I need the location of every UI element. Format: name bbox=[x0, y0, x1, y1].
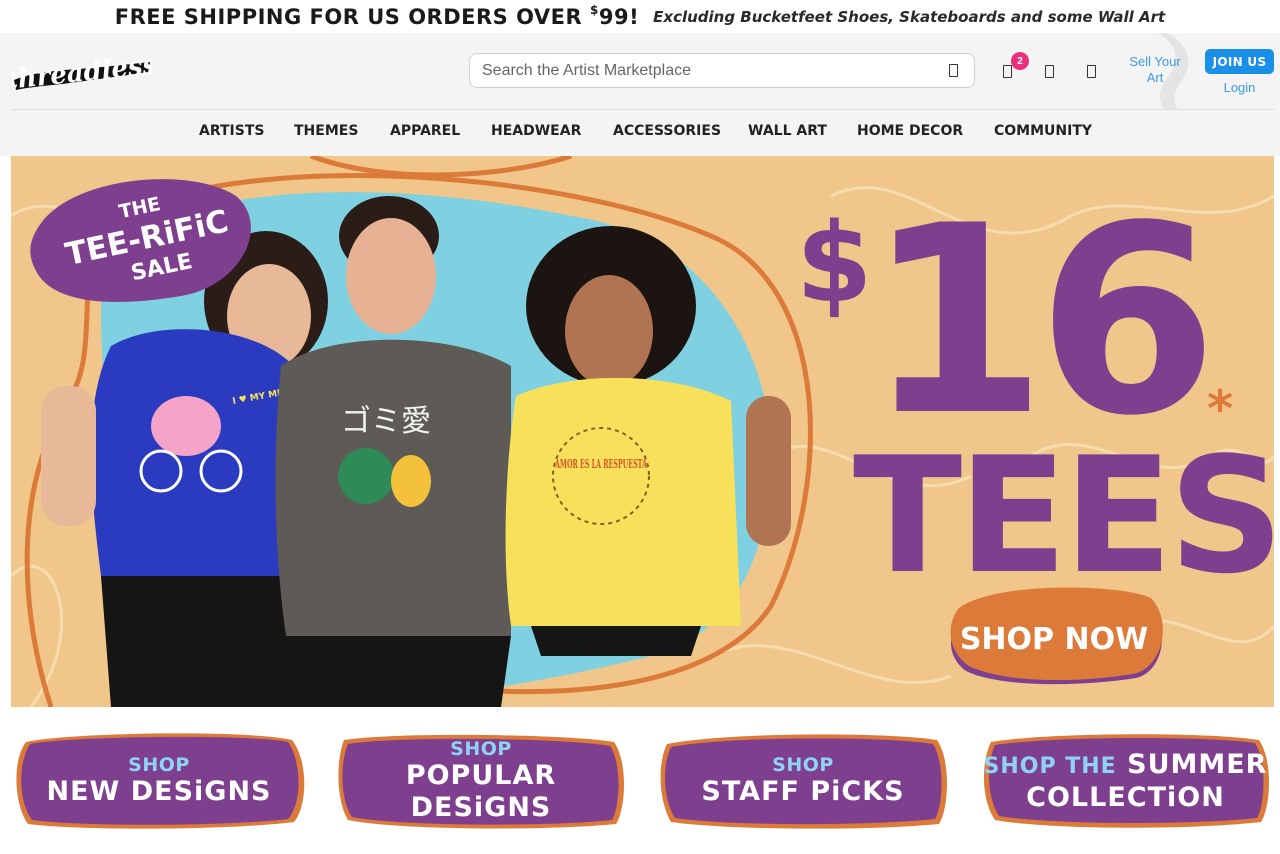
category-big-text: STAFF PiCKS bbox=[701, 775, 905, 807]
nav-item-accessories[interactable]: ACCESSORIES bbox=[613, 123, 721, 139]
nav-item-community[interactable]: COMMUNITY bbox=[994, 123, 1092, 139]
cart-icon bbox=[1002, 64, 1012, 78]
cart-count-badge: 2 bbox=[1011, 52, 1029, 70]
tees-text: TEES bbox=[853, 422, 1274, 609]
category-small-text: SHOP bbox=[450, 737, 512, 760]
orange-outline-top bbox=[310, 156, 572, 178]
promo-prefix: FREE SHIPPING FOR US ORDERS OVER bbox=[114, 4, 590, 29]
nav-item-apparel[interactable]: APPAREL bbox=[390, 123, 460, 139]
search-button[interactable] bbox=[944, 62, 962, 80]
price-currency: $ bbox=[796, 199, 873, 327]
hero-banner[interactable]: I ♥ MY MENSTRUAL CYCLE! ゴミ愛 AMOR ES LA R… bbox=[11, 156, 1274, 707]
nav-item-artists[interactable]: ARTISTS bbox=[199, 123, 264, 139]
category-label: SHOP POPULAR DESiGNS bbox=[336, 730, 626, 831]
price-headline: $ 16 * TEES bbox=[796, 171, 1274, 609]
search-bar bbox=[469, 53, 975, 88]
shop-now-button[interactable]: SHOP NOW bbox=[950, 587, 1163, 685]
category-small-text: SHOP THE bbox=[983, 753, 1117, 779]
wishlist-button[interactable] bbox=[1040, 62, 1058, 80]
search-input[interactable] bbox=[482, 61, 944, 80]
promo-exclusions-text: Excluding Bucketfeet Shoes, Skateboards … bbox=[653, 7, 1166, 26]
nav-item-headwear[interactable]: HEADWEAR bbox=[491, 123, 581, 139]
shop-popular-designs-button[interactable]: SHOP POPULAR DESiGNS bbox=[336, 730, 626, 831]
promo-main-text: FREE SHIPPING FOR US ORDERS OVER $99! bbox=[114, 2, 640, 29]
category-small-text: SHOP bbox=[772, 753, 834, 776]
user-icon bbox=[1086, 64, 1096, 78]
category-big-text: NEW DESiGNS bbox=[46, 775, 272, 807]
site-header: threadless 2 Sell Your Art JOIN US Login… bbox=[0, 33, 1280, 156]
category-big-text-2: COLLECTiON bbox=[1026, 781, 1225, 813]
nav-item-wall-art[interactable]: WALL ART bbox=[748, 123, 827, 139]
shirt-right-text: AMOR ES LA RESPUESTA bbox=[554, 457, 647, 471]
threadless-logo[interactable]: threadless bbox=[12, 50, 152, 95]
logo-text: threadless bbox=[12, 50, 152, 95]
category-label: SHOP NEW DESiGNS bbox=[12, 730, 306, 831]
promo-banner: FREE SHIPPING FOR US ORDERS OVER $99! Ex… bbox=[0, 0, 1280, 33]
nav-item-themes[interactable]: THEMES bbox=[294, 123, 358, 139]
category-label: SHOP STAFF PiCKS bbox=[657, 730, 949, 831]
category-big-text: POPULAR DESiGNS bbox=[405, 759, 557, 823]
shop-summer-collection-button[interactable]: SHOP THE SUMMER COLLECTiON bbox=[981, 730, 1270, 831]
promo-currency: $ bbox=[589, 2, 599, 17]
main-nav: ARTISTS THEMES APPAREL HEADWEAR ACCESSOR… bbox=[0, 110, 1280, 154]
sell-your-art-link[interactable]: Sell Your Art bbox=[1126, 54, 1184, 86]
category-label: SHOP THE SUMMER COLLECTiON bbox=[981, 730, 1270, 831]
category-line-1: SHOP THE SUMMER bbox=[984, 749, 1268, 782]
promo-amount: 99! bbox=[598, 4, 640, 29]
search-icon bbox=[948, 64, 958, 77]
shop-staff-picks-button[interactable]: SHOP STAFF PiCKS bbox=[657, 730, 949, 831]
shirt-middle-text: ゴミ愛 bbox=[341, 404, 431, 439]
shop-now-label: SHOP NOW bbox=[960, 622, 1148, 657]
hero-artwork: I ♥ MY MENSTRUAL CYCLE! ゴミ愛 AMOR ES LA R… bbox=[11, 156, 1274, 707]
heart-icon bbox=[1044, 64, 1054, 78]
login-link[interactable]: Login bbox=[1205, 80, 1274, 95]
shop-new-designs-button[interactable]: SHOP NEW DESiGNS bbox=[12, 730, 306, 831]
category-small-text: SHOP bbox=[128, 753, 190, 776]
nav-item-home-decor[interactable]: HOME DECOR bbox=[857, 123, 963, 139]
join-us-button[interactable]: JOIN US bbox=[1205, 49, 1274, 74]
person-right: AMOR ES LA RESPUESTA bbox=[505, 226, 791, 656]
account-button[interactable] bbox=[1082, 62, 1100, 80]
category-big-text: SUMMER bbox=[1127, 748, 1268, 780]
